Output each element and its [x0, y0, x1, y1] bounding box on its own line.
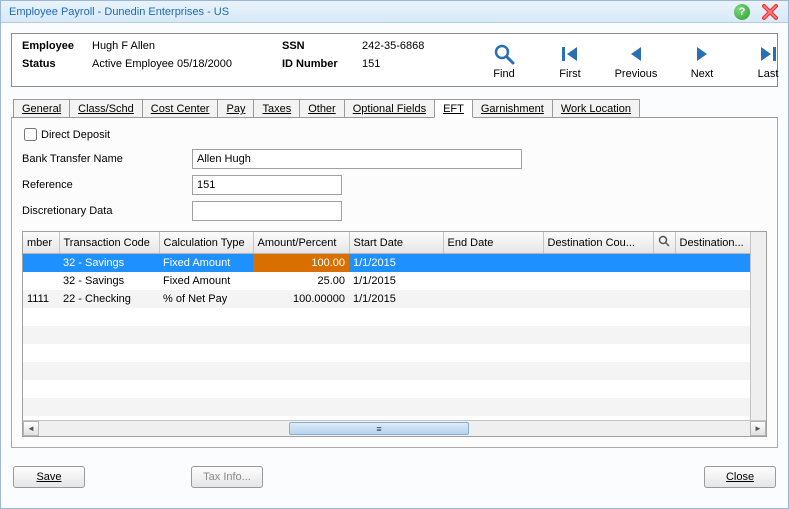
col-lookup[interactable] — [653, 232, 675, 254]
ssn-value: 242-35-6868 — [362, 40, 482, 52]
col-destination-country[interactable]: Destination Cou... — [543, 232, 653, 254]
button-bar: Save Tax Info... Close — [1, 456, 788, 494]
table-row[interactable]: 32 - Savings Fixed Amount 25.00 1/1/2015 — [23, 272, 750, 290]
magnifier-icon — [493, 42, 515, 66]
status-label: Status — [22, 58, 92, 70]
direct-deposit-label: Direct Deposit — [41, 129, 110, 141]
find-button[interactable]: Find — [482, 42, 526, 80]
bank-transfer-name-input[interactable] — [192, 149, 522, 169]
tab-optional-fields[interactable]: Optional Fields — [344, 99, 435, 117]
direct-deposit-checkbox[interactable] — [24, 128, 37, 141]
first-button[interactable]: First — [548, 42, 592, 80]
tab-strip: General Class/Schd Cost Center Pay Taxes… — [11, 99, 778, 118]
last-label: Last — [758, 68, 779, 80]
employee-value: Hugh F Allen — [92, 40, 282, 52]
next-icon — [691, 42, 713, 66]
discretionary-data-label: Discretionary Data — [22, 205, 192, 217]
status-value: Active Employee 05/18/2000 — [92, 58, 282, 70]
table-row[interactable] — [23, 380, 750, 398]
table-row[interactable] — [23, 308, 750, 326]
employee-info-box: Employee Hugh F Allen SSN 242-35-6868 St… — [11, 33, 778, 87]
bank-transfer-name-label: Bank Transfer Name — [22, 153, 192, 165]
table-row[interactable]: 32 - Savings Fixed Amount 100.00 1/1/201… — [23, 254, 750, 272]
tab-garnishment[interactable]: Garnishment — [472, 99, 553, 117]
tab-pay[interactable]: Pay — [217, 99, 254, 117]
vertical-scrollbar[interactable] — [750, 232, 766, 420]
col-start-date[interactable]: Start Date — [349, 232, 443, 254]
next-button[interactable]: Next — [680, 42, 724, 80]
tab-general[interactable]: General — [13, 99, 70, 117]
horizontal-scrollbar[interactable]: ◄ ≡ ► — [23, 420, 766, 436]
tab-cost-center[interactable]: Cost Center — [142, 99, 219, 117]
ssn-label: SSN — [282, 40, 362, 52]
eft-datagrid[interactable]: mber Transaction Code Calculation Type A… — [22, 231, 767, 437]
previous-label: Previous — [615, 68, 658, 80]
previous-button[interactable]: Previous — [614, 42, 658, 80]
reference-input[interactable] — [192, 175, 342, 195]
scroll-thumb[interactable]: ≡ — [289, 422, 469, 435]
col-destination[interactable]: Destination... — [675, 232, 750, 254]
tax-info-button[interactable]: Tax Info... — [191, 466, 263, 488]
tab-other[interactable]: Other — [299, 99, 345, 117]
close-button[interactable]: Close — [704, 466, 776, 488]
close-icon[interactable] — [760, 2, 780, 22]
tab-taxes[interactable]: Taxes — [253, 99, 300, 117]
col-calculation-type[interactable]: Calculation Type — [159, 232, 253, 254]
save-button[interactable]: Save — [13, 466, 85, 488]
last-icon — [757, 42, 779, 66]
table-row[interactable] — [23, 326, 750, 344]
table-row[interactable] — [23, 398, 750, 416]
tab-eft[interactable]: EFT — [434, 99, 473, 118]
employee-payroll-window: Employee Payroll - Dunedin Enterprises -… — [0, 0, 789, 509]
idnumber-value: 151 — [362, 58, 482, 70]
next-label: Next — [691, 68, 714, 80]
idnumber-label: ID Number — [282, 58, 362, 70]
col-amount-percent[interactable]: Amount/Percent — [253, 232, 349, 254]
help-icon[interactable]: ? — [734, 4, 750, 20]
discretionary-data-input[interactable] — [192, 201, 342, 221]
tab-work-location[interactable]: Work Location — [552, 99, 640, 117]
scroll-right-icon[interactable]: ► — [750, 421, 766, 436]
scroll-left-icon[interactable]: ◄ — [23, 421, 39, 436]
table-row[interactable] — [23, 362, 750, 380]
grid-body: 32 - Savings Fixed Amount 100.00 1/1/201… — [23, 254, 750, 416]
col-number[interactable]: mber — [23, 232, 59, 254]
reference-label: Reference — [22, 179, 192, 191]
last-button[interactable]: Last — [746, 42, 789, 80]
title-bar: Employee Payroll - Dunedin Enterprises -… — [1, 1, 788, 23]
eft-tab-panel: Direct Deposit Bank Transfer Name Refere… — [11, 118, 778, 448]
table-row[interactable]: 1111 22 - Checking % of Net Pay 100.0000… — [23, 290, 750, 308]
col-transaction-code[interactable]: Transaction Code — [59, 232, 159, 254]
first-icon — [559, 42, 581, 66]
table-row[interactable] — [23, 344, 750, 362]
employee-label: Employee — [22, 40, 92, 52]
window-title: Employee Payroll - Dunedin Enterprises -… — [9, 6, 229, 18]
tab-class-schd[interactable]: Class/Schd — [69, 99, 143, 117]
col-end-date[interactable]: End Date — [443, 232, 543, 254]
first-label: First — [559, 68, 580, 80]
previous-icon — [625, 42, 647, 66]
find-label: Find — [493, 68, 514, 80]
